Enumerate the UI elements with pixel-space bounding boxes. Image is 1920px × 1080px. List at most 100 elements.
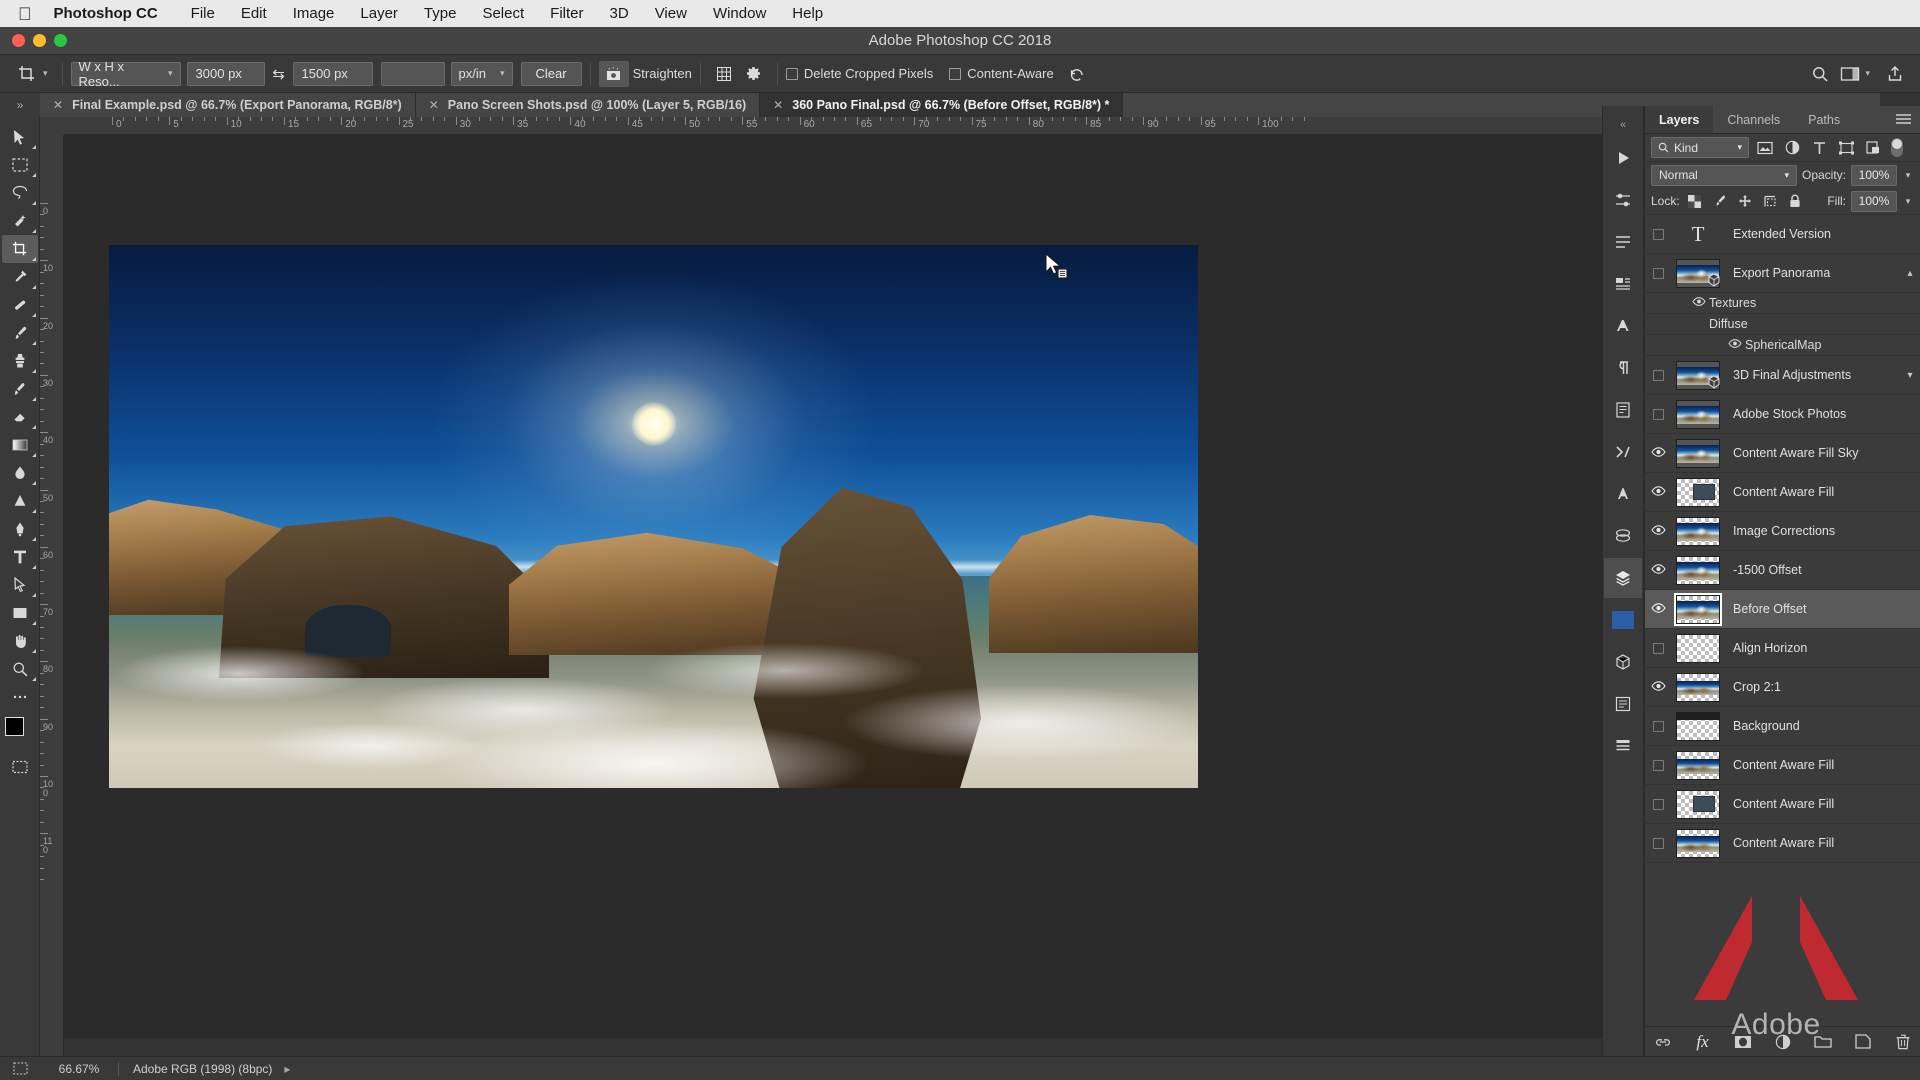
sublayer-visibility-icon[interactable] bbox=[1725, 339, 1745, 351]
color-swatch-icon[interactable] bbox=[1604, 600, 1642, 640]
document-tab-2[interactable]: ✕ Pano Screen Shots.psd @ 100% (Layer 5,… bbox=[416, 93, 760, 117]
fill-input[interactable]: 100% bbox=[1851, 191, 1897, 212]
layer-name[interactable]: Extended Version bbox=[1725, 227, 1920, 241]
fx-icon[interactable]: fx bbox=[1693, 1032, 1713, 1052]
menu-help[interactable]: Help bbox=[779, 5, 836, 22]
resolution-unit-select[interactable]: px/in ▾ bbox=[451, 62, 513, 86]
pen-tool[interactable] bbox=[2, 515, 38, 543]
pixel-filter-icon[interactable] bbox=[1754, 138, 1776, 158]
document-tab-3[interactable]: ✕ 360 Pano Final.psd @ 66.7% (Before Off… bbox=[760, 93, 1123, 117]
zoom-tool[interactable] bbox=[2, 655, 38, 683]
layer-visibility-toggle[interactable] bbox=[1645, 485, 1671, 499]
collapse-panels-icon[interactable]: « bbox=[1604, 114, 1642, 136]
gear-icon[interactable] bbox=[739, 61, 769, 87]
layer-row[interactable]: -1500 Offset bbox=[1645, 551, 1920, 590]
quick-selection-tool[interactable] bbox=[2, 207, 38, 235]
layer-row[interactable]: Align Horizon bbox=[1645, 629, 1920, 668]
layer-visibility-toggle[interactable] bbox=[1645, 563, 1671, 577]
lock-artboard-icon[interactable] bbox=[1760, 192, 1780, 210]
actions-icon[interactable] bbox=[1604, 432, 1642, 472]
type-filter-icon[interactable] bbox=[1808, 138, 1830, 158]
color-profile-status[interactable]: Adobe RGB (1998) (8bpc) bbox=[119, 1062, 272, 1076]
filter-toggle[interactable] bbox=[1891, 138, 1903, 157]
hamburger-icon[interactable] bbox=[1887, 106, 1920, 133]
menu-image[interactable]: Image bbox=[280, 5, 348, 22]
straighten-icon[interactable] bbox=[599, 61, 629, 87]
gradient-tool[interactable] bbox=[2, 431, 38, 459]
layer-visibility-toggle[interactable] bbox=[1645, 799, 1671, 810]
adjustments-icon[interactable] bbox=[1604, 180, 1642, 220]
layer-name[interactable]: Before Offset bbox=[1725, 602, 1920, 616]
layer-row[interactable]: Adobe Stock Photos bbox=[1645, 395, 1920, 434]
sublayer-name[interactable]: Textures bbox=[1709, 296, 1756, 310]
document-tab-1[interactable]: ✕ Final Example.psd @ 66.7% (Export Pano… bbox=[40, 93, 416, 117]
menu-app-name[interactable]: Photoshop CC bbox=[54, 5, 178, 22]
layer-thumbnail[interactable] bbox=[1671, 259, 1725, 288]
layer-name[interactable]: Align Horizon bbox=[1725, 641, 1920, 655]
delete-layer-icon[interactable] bbox=[1893, 1032, 1913, 1052]
foreground-color-swatch[interactable] bbox=[5, 717, 24, 736]
layer-name[interactable]: 3D Final Adjustments bbox=[1725, 368, 1900, 382]
close-icon[interactable]: ✕ bbox=[429, 98, 439, 112]
healing-brush-tool[interactable] bbox=[2, 291, 38, 319]
layer-name[interactable]: Export Panorama bbox=[1725, 266, 1900, 280]
sublayer-row[interactable]: SphericalMap bbox=[1645, 335, 1920, 356]
layer-name[interactable]: Content Aware Fill Sky bbox=[1725, 446, 1920, 460]
grid-overlay-icon[interactable] bbox=[709, 61, 739, 87]
brush-tool[interactable] bbox=[2, 319, 38, 347]
zoom-level[interactable]: 66.67% bbox=[40, 1062, 118, 1076]
move-tool[interactable] bbox=[2, 123, 38, 151]
chevron-down-icon[interactable]: ▾ bbox=[1900, 370, 1920, 381]
layer-name[interactable]: Content Aware Fill bbox=[1725, 758, 1920, 772]
lasso-tool[interactable] bbox=[2, 179, 38, 207]
opacity-input[interactable]: 100% bbox=[1851, 165, 1897, 186]
menu-edit[interactable]: Edit bbox=[228, 5, 280, 22]
type-tool[interactable] bbox=[2, 543, 38, 571]
character-icon[interactable] bbox=[1604, 306, 1642, 346]
tab-channels[interactable]: Channels bbox=[1713, 106, 1794, 133]
shape-filter-icon[interactable] bbox=[1835, 138, 1857, 158]
more-tools[interactable] bbox=[2, 683, 38, 711]
layer-row[interactable]: Content Aware Fill bbox=[1645, 473, 1920, 512]
active-tool-preset[interactable]: ▾ bbox=[10, 64, 54, 84]
sublayer-name[interactable]: Diffuse bbox=[1709, 317, 1748, 331]
layer-name[interactable]: Adobe Stock Photos bbox=[1725, 407, 1920, 421]
chevron-down-icon[interactable]: ▾ bbox=[1902, 170, 1914, 181]
group-icon[interactable] bbox=[1813, 1032, 1833, 1052]
layer-visibility-toggle[interactable] bbox=[1645, 409, 1671, 420]
canvas-viewport[interactable] bbox=[64, 135, 1626, 1038]
glyphs-icon[interactable] bbox=[1604, 474, 1642, 514]
screen-mode-icon[interactable] bbox=[0, 1062, 40, 1075]
crop-width-input[interactable]: 3000 px bbox=[187, 62, 265, 86]
share-icon[interactable] bbox=[1880, 61, 1910, 87]
layer-row[interactable]: T Extended Version bbox=[1645, 215, 1920, 254]
layer-thumbnail[interactable]: T bbox=[1671, 222, 1725, 247]
new-layer-icon[interactable] bbox=[1853, 1032, 1873, 1052]
layer-row[interactable]: Content Aware Fill bbox=[1645, 824, 1920, 863]
layer-visibility-toggle[interactable] bbox=[1645, 268, 1671, 279]
layer-thumbnail[interactable] bbox=[1671, 751, 1725, 780]
sublayer-visibility-icon[interactable] bbox=[1689, 297, 1709, 309]
close-icon[interactable]: ✕ bbox=[773, 98, 783, 112]
layer-thumbnail[interactable] bbox=[1671, 439, 1725, 468]
content-aware-checkbox[interactable]: Content-Aware bbox=[949, 66, 1053, 81]
layer-row[interactable]: Content Aware Fill Sky bbox=[1645, 434, 1920, 473]
menu-view[interactable]: View bbox=[642, 5, 700, 22]
menu-layer[interactable]: Layer bbox=[347, 5, 411, 22]
3d-icon[interactable] bbox=[1604, 642, 1642, 682]
horizontal-ruler[interactable]: 0510152025303540455055606570758085909510… bbox=[64, 117, 1644, 135]
link-icon[interactable] bbox=[1653, 1032, 1673, 1052]
play-icon[interactable] bbox=[1604, 138, 1642, 178]
layer-visibility-toggle[interactable] bbox=[1645, 721, 1671, 732]
document-window[interactable] bbox=[64, 135, 1626, 1038]
eyedropper-tool[interactable] bbox=[2, 263, 38, 291]
layer-visibility-toggle[interactable] bbox=[1645, 602, 1671, 616]
hand-tool[interactable] bbox=[2, 627, 38, 655]
sublayer-row[interactable]: Textures bbox=[1645, 293, 1920, 314]
sublayer-row[interactable]: Diffuse bbox=[1645, 314, 1920, 335]
layer-visibility-toggle[interactable] bbox=[1645, 229, 1671, 240]
layer-visibility-toggle[interactable] bbox=[1645, 838, 1671, 849]
layer-visibility-toggle[interactable] bbox=[1645, 760, 1671, 771]
crop-height-input[interactable]: 1500 px bbox=[293, 62, 373, 86]
arrange-documents-toggle[interactable]: » bbox=[0, 93, 40, 117]
